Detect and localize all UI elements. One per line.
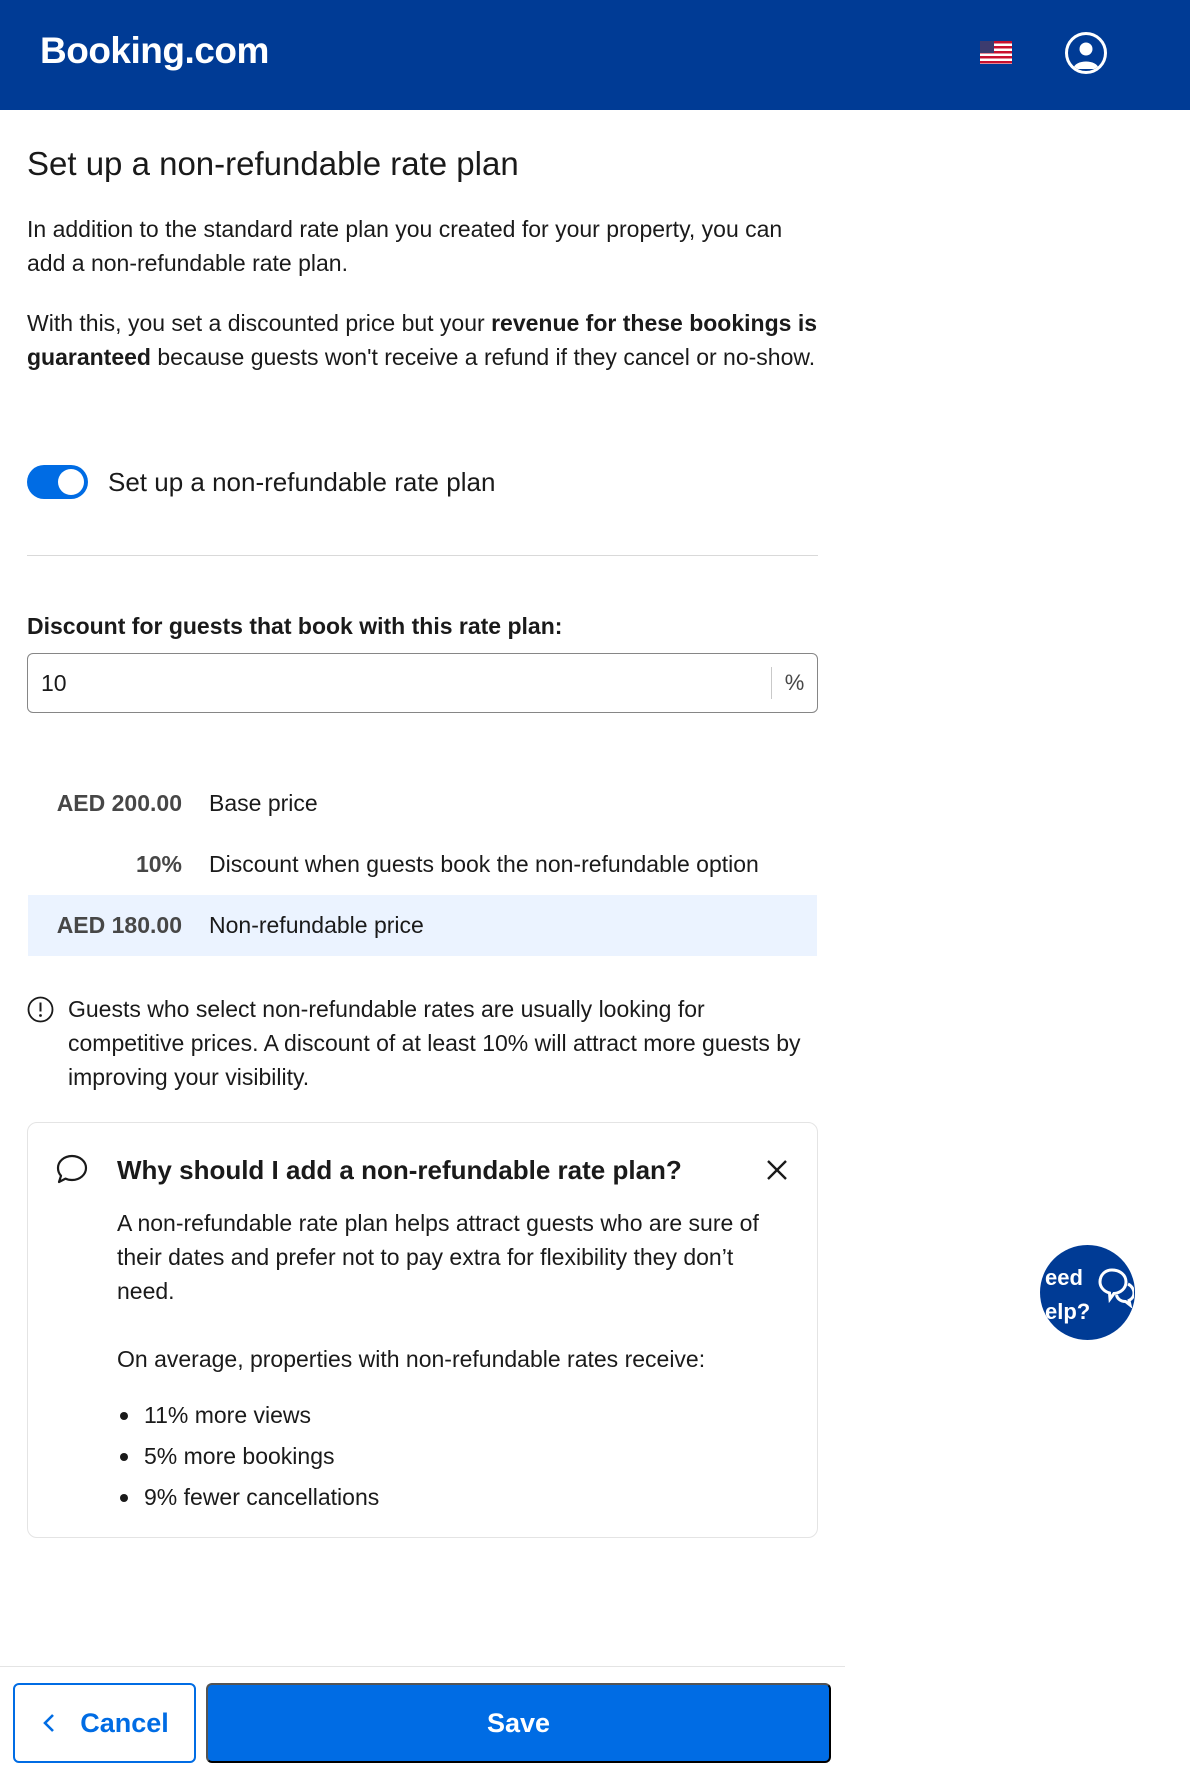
price-amount: 10% — [135, 851, 182, 877]
cancel-button[interactable]: Cancel — [13, 1683, 196, 1763]
non-refundable-toggle-row: Set up a non-refundable rate plan — [27, 462, 495, 502]
detail-text: With this, you set a discounted price bu… — [27, 310, 817, 370]
why-card: Why should I add a non-refundable rate p… — [27, 1122, 818, 1538]
price-desc: Base price — [209, 790, 318, 816]
footer-divider — [0, 1666, 845, 1667]
toggle-label: Set up a non-refundable rate plan — [108, 466, 496, 497]
chat-help-icon — [1098, 1268, 1134, 1308]
help-label: eed elp? — [1045, 1265, 1091, 1324]
page-title: Set up a non-refundable rate plan — [27, 145, 519, 182]
discount-label: Discount for guests that book with this … — [27, 613, 563, 639]
price-row-discount: 10% Discount when guests book the non-re… — [28, 834, 817, 895]
list-item: 9% fewer cancellations — [117, 1477, 379, 1518]
percent-unit: % — [771, 667, 817, 699]
price-desc: Discount when guests book the non-refund… — [209, 851, 759, 877]
cancel-label: Cancel — [80, 1707, 169, 1738]
need-help-button[interactable]: eed elp? — [1040, 1245, 1135, 1340]
discount-field: % — [27, 653, 818, 713]
speech-bubble-icon — [56, 1154, 88, 1184]
non-refundable-toggle[interactable] — [27, 465, 88, 499]
discount-input[interactable] — [28, 654, 771, 712]
intro-text: In addition to the standard rate plan yo… — [27, 216, 783, 276]
save-button[interactable]: Save — [206, 1683, 831, 1763]
card-title: Why should I add a non-refundable rate p… — [117, 1155, 682, 1185]
price-desc: Non-refundable price — [209, 912, 424, 938]
price-row-non-refundable: AED 180.00 Non-refundable price — [28, 895, 817, 956]
price-row-base: AED 200.00 Base price — [28, 773, 817, 834]
list-item: 5% more bookings — [117, 1436, 379, 1477]
top-bar: Booking.com — [0, 0, 1190, 110]
price-amount: AED 180.00 — [56, 912, 182, 938]
card-body: A non-refundable rate plan helps attract… — [117, 1210, 759, 1304]
info-icon — [27, 996, 54, 1023]
list-item: 11% more views — [117, 1395, 379, 1436]
booking-logo[interactable]: Booking.com — [40, 30, 269, 72]
info-text: Guests who select non-refundable rates a… — [68, 996, 801, 1090]
close-icon[interactable] — [760, 1153, 794, 1187]
user-account-icon[interactable] — [1065, 32, 1107, 74]
benefit-list: 11% more views 5% more bookings 9% fewer… — [117, 1395, 379, 1518]
card-subhead: On average, properties with non-refundab… — [117, 1346, 706, 1372]
chevron-left-icon — [43, 1714, 55, 1732]
price-breakdown: AED 200.00 Base price 10% Discount when … — [28, 773, 817, 956]
price-amount: AED 200.00 — [56, 790, 182, 816]
us-flag-icon[interactable] — [980, 41, 1012, 64]
divider — [27, 555, 818, 556]
